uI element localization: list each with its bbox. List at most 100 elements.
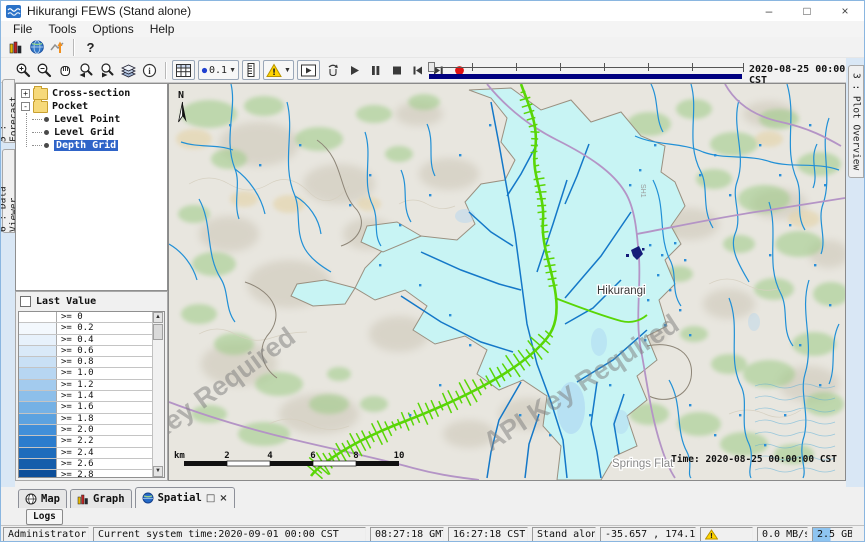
tree-item-label: Depth Grid bbox=[54, 140, 118, 151]
status-mode: Stand alone bbox=[532, 527, 596, 542]
time-slider-thumb[interactable] bbox=[428, 62, 435, 72]
movie-export-button[interactable] bbox=[297, 60, 320, 80]
tree-item-label: Pocket bbox=[52, 101, 88, 112]
legend-header: Last Value bbox=[16, 292, 167, 310]
tab-spatial-label: Spatial bbox=[158, 492, 202, 504]
main-toolbar: ? bbox=[1, 37, 864, 58]
info-button[interactable]: i bbox=[139, 60, 160, 81]
menu-bar: File Tools Options Help bbox=[1, 21, 864, 37]
legend-label: >= 2.2 bbox=[57, 436, 94, 446]
spatial-map-panel[interactable]: API Key Required API Key Required Hikura… bbox=[168, 83, 846, 481]
tab-data-viewer[interactable]: 6 : Data Viewer bbox=[2, 149, 15, 233]
tab-graph[interactable]: Graph bbox=[70, 489, 132, 508]
legend-swatch bbox=[19, 368, 57, 378]
legend-label: >= 0.4 bbox=[57, 335, 94, 345]
svg-text:2: 2 bbox=[224, 451, 229, 461]
tree-item-level-point[interactable]: Level Point bbox=[16, 113, 167, 126]
tree-item-pocket[interactable]: - Pocket bbox=[16, 100, 167, 113]
legend-label: >= 2.0 bbox=[57, 425, 94, 435]
panel-maximize-icon[interactable]: □ bbox=[206, 493, 215, 504]
menu-help[interactable]: Help bbox=[142, 22, 183, 36]
contour-interval-dropdown[interactable]: 0.1▼ bbox=[198, 60, 239, 80]
window-title: Hikurangi FEWS (Stand alone) bbox=[27, 4, 191, 18]
chevron-down-icon: ▼ bbox=[284, 67, 291, 74]
tab-graph-label: Graph bbox=[93, 493, 125, 505]
tab-map[interactable]: Map bbox=[18, 489, 67, 508]
stop-icon bbox=[389, 63, 404, 78]
zoom-in-button[interactable] bbox=[13, 60, 34, 81]
stop-button[interactable] bbox=[386, 60, 407, 81]
scale-unit: km bbox=[174, 451, 185, 461]
help-button[interactable]: ? bbox=[80, 37, 101, 58]
last-value-checkbox[interactable] bbox=[20, 296, 31, 307]
bullet-icon bbox=[44, 143, 49, 148]
legend-swatch bbox=[19, 312, 57, 322]
database-viewer-button[interactable] bbox=[5, 37, 26, 58]
zoom-out-icon bbox=[36, 62, 53, 79]
layers-tree-panel: + Cross-section - PocketLevel PointLevel Gr… bbox=[15, 83, 168, 291]
zoom-previous-icon bbox=[78, 62, 95, 79]
legend-swatch bbox=[19, 425, 57, 435]
map-display-button[interactable] bbox=[26, 37, 47, 58]
pan-button[interactable] bbox=[55, 60, 76, 81]
timestep-tool-button[interactable] bbox=[323, 60, 344, 81]
close-button[interactable]: × bbox=[826, 1, 864, 21]
zoom-previous-button[interactable] bbox=[76, 60, 97, 81]
svg-text:8: 8 bbox=[353, 451, 358, 461]
globe-icon bbox=[29, 39, 45, 55]
menu-file[interactable]: File bbox=[5, 22, 40, 36]
tree-item-level-grid[interactable]: Level Grid bbox=[16, 126, 167, 139]
layers-button[interactable] bbox=[118, 60, 139, 81]
first-frame-button[interactable] bbox=[407, 60, 428, 81]
grid-icon bbox=[175, 63, 192, 78]
logs-button[interactable]: Logs bbox=[26, 509, 63, 525]
logs-row: Logs bbox=[1, 508, 864, 525]
svg-text:10: 10 bbox=[394, 451, 405, 461]
scrollbar-thumb[interactable] bbox=[153, 324, 163, 340]
skip-back-icon bbox=[410, 63, 425, 78]
menu-options[interactable]: Options bbox=[84, 22, 141, 36]
status-user: Administrator bbox=[3, 527, 89, 542]
pause-icon bbox=[368, 63, 383, 78]
tree-expander-icon[interactable]: - bbox=[21, 102, 30, 111]
time-slider[interactable] bbox=[428, 61, 744, 79]
tab-spatial[interactable]: Spatial □ × bbox=[135, 487, 235, 508]
status-warning-cell[interactable]: ! bbox=[700, 527, 753, 542]
graph-icon bbox=[77, 493, 89, 505]
zoom-out-button[interactable] bbox=[34, 60, 55, 81]
tree-expander-icon[interactable]: + bbox=[21, 89, 30, 98]
map-canvas[interactable]: API Key Required API Key Required Hikura… bbox=[169, 84, 845, 480]
tab-plot-overview[interactable]: 3 : Plot Overview bbox=[848, 65, 864, 178]
panel-close-icon[interactable]: × bbox=[219, 493, 227, 504]
timeseries-display-button[interactable] bbox=[47, 37, 68, 58]
hand-icon bbox=[57, 62, 74, 79]
scale-ruler-button[interactable] bbox=[242, 60, 260, 80]
legend-swatch bbox=[19, 391, 57, 401]
legend-row: >= 2.6 bbox=[19, 459, 153, 470]
legend-swatch bbox=[19, 380, 57, 390]
minimize-button[interactable]: – bbox=[750, 1, 788, 21]
chevron-down-icon: ▼ bbox=[229, 67, 236, 74]
play-button[interactable] bbox=[344, 60, 365, 81]
pause-button[interactable] bbox=[365, 60, 386, 81]
legend-label: >= 1.8 bbox=[57, 414, 94, 424]
scroll-up-icon[interactable]: ▲ bbox=[153, 312, 163, 323]
tree-item-label: Cross-section bbox=[52, 88, 130, 99]
legend-row: >= 0.2 bbox=[19, 323, 153, 334]
legend-scrollbar[interactable]: ▲ ▼ bbox=[152, 312, 164, 477]
layers-tree: + Cross-section - PocketLevel PointLevel Gr… bbox=[16, 84, 167, 290]
tree-item-depth-grid[interactable]: Depth Grid bbox=[16, 139, 167, 152]
scroll-down-icon[interactable]: ▼ bbox=[153, 466, 163, 477]
grid-display-button[interactable] bbox=[172, 60, 195, 80]
zoom-next-button[interactable] bbox=[97, 60, 118, 81]
status-bar: Administrator Current system time:2020-0… bbox=[1, 525, 864, 542]
tab-forecast[interactable]: 5 : Forecast bbox=[2, 79, 15, 143]
time-slider-track bbox=[428, 67, 744, 68]
warning-thresholds-dropdown[interactable]: !▼ bbox=[263, 60, 294, 80]
play-icon bbox=[347, 63, 362, 78]
status-coordinates: -35.657 , 174.199 bbox=[600, 527, 696, 542]
legend-swatch bbox=[19, 414, 57, 424]
menu-tools[interactable]: Tools bbox=[40, 22, 84, 36]
last-value-label: Last Value bbox=[36, 296, 96, 307]
maximize-button[interactable]: □ bbox=[788, 1, 826, 21]
